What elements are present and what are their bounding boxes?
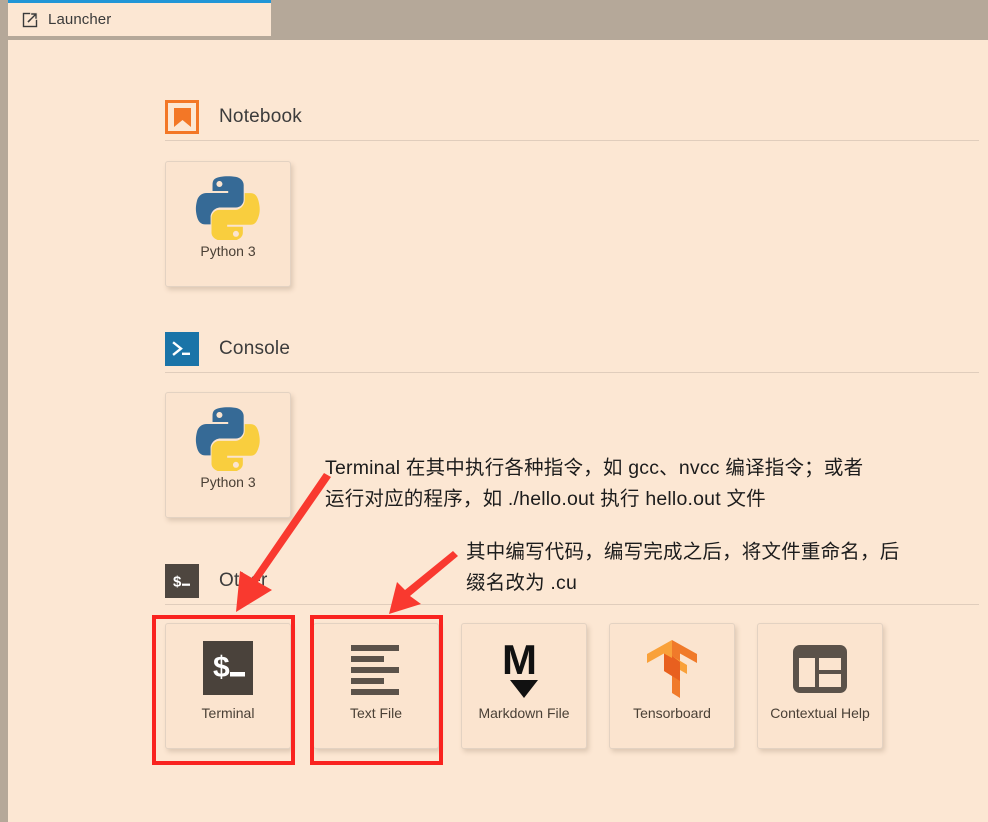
- python-logo-icon: [195, 170, 261, 244]
- external-link-icon: [22, 11, 39, 28]
- tab-label: Launcher: [48, 11, 112, 28]
- card-markdown-file[interactable]: M Markdown File: [461, 623, 587, 749]
- section-console-title: Console: [219, 338, 291, 359]
- terminal-dollar-icon: $: [165, 564, 199, 598]
- console-card-row: Python 3: [165, 392, 313, 518]
- card-label: Markdown File: [478, 705, 570, 721]
- markdown-m-icon: M: [496, 632, 552, 706]
- card-label: Python 3: [200, 474, 256, 490]
- card-label: Python 3: [200, 243, 256, 259]
- textfile-card-highlight: [310, 615, 443, 765]
- tensorflow-logo-icon: [643, 632, 701, 706]
- section-notebook-title: Notebook: [219, 106, 302, 127]
- section-console-header: Console: [8, 326, 988, 372]
- card-tensorboard[interactable]: Tensorboard: [609, 623, 735, 749]
- left-gutter: [0, 0, 8, 822]
- card-notebook-python3[interactable]: Python 3: [165, 161, 291, 287]
- jupyterlab-window: Launcher Notebook Python 3 Console Pytho…: [0, 0, 988, 822]
- terminal-annotation-text: Terminal 在其中执行各种指令，如 gcc、nvcc 编译指令；或者 运行…: [325, 457, 864, 510]
- notebook-card-row: Python 3: [165, 161, 313, 287]
- jupyter-notebook-bookmark-icon: [165, 100, 199, 134]
- section-console-divider: [165, 372, 979, 373]
- section-other-divider: [165, 604, 979, 605]
- tab-launcher[interactable]: Launcher: [8, 0, 271, 36]
- section-notebook: Notebook: [8, 94, 988, 141]
- console-prompt-icon: [165, 332, 199, 366]
- card-label: Contextual Help: [770, 705, 870, 721]
- textfile-annotation-text: 其中编写代码，编写完成之后，将文件重命名，后 缀名改为 .cu: [466, 541, 900, 594]
- section-other-title: Other: [219, 570, 268, 591]
- python-logo-icon: [195, 401, 261, 475]
- section-notebook-header: Notebook: [8, 94, 988, 140]
- section-console: Console: [8, 326, 988, 373]
- section-notebook-divider: [165, 140, 979, 141]
- svg-text:M: M: [502, 638, 537, 683]
- card-label: Tensorboard: [633, 705, 711, 721]
- card-console-python3[interactable]: Python 3: [165, 392, 291, 518]
- tab-bar: Launcher: [0, 0, 988, 36]
- terminal-card-highlight: [152, 615, 295, 765]
- card-contextual-help[interactable]: Contextual Help: [757, 623, 883, 749]
- contextual-help-layout-icon: [791, 632, 849, 706]
- svg-text:$: $: [173, 574, 182, 591]
